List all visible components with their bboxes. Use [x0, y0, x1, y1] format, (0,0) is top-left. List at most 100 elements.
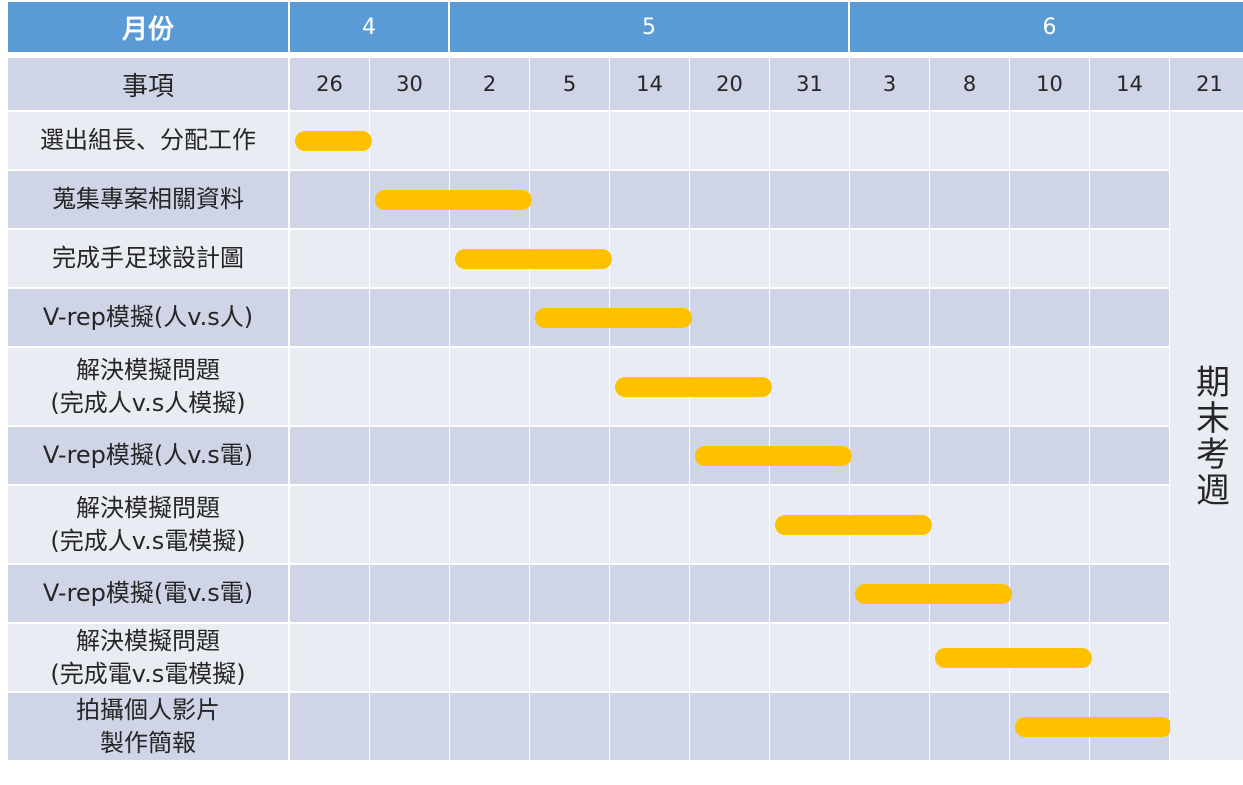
task-bar [695, 445, 852, 466]
grid-cell [1010, 486, 1089, 563]
task-bar [615, 376, 772, 397]
grid-cell [1090, 565, 1169, 622]
grid-cell [530, 693, 609, 760]
task-label: 完成手足球設計圖 [8, 230, 288, 287]
grid-cell [450, 624, 529, 691]
grid-cell [370, 289, 449, 346]
grid-cell [850, 348, 929, 425]
grid-cell [850, 171, 929, 228]
grid-cell [930, 289, 1009, 346]
month-header-4: 4 [290, 2, 448, 52]
date-header-3: 5 [530, 58, 609, 110]
date-header-4: 14 [610, 58, 689, 110]
grid-cell [850, 289, 929, 346]
grid-cell [690, 565, 769, 622]
grid-cell [530, 171, 609, 228]
grid-cell [610, 565, 689, 622]
grid-cell [690, 693, 769, 760]
task-bar [375, 189, 532, 210]
task-label: 解決模擬問題 (完成人v.s人模擬) [8, 348, 288, 425]
task-bar [535, 307, 692, 328]
grid-cell [530, 348, 609, 425]
grid-cell [290, 486, 369, 563]
date-header-10: 14 [1090, 58, 1169, 110]
grid-cell [290, 171, 369, 228]
task-bar [295, 130, 372, 151]
task-bar [935, 647, 1092, 668]
grid-cell [930, 693, 1009, 760]
grid-cell [530, 486, 609, 563]
grid-cell [930, 348, 1009, 425]
task-label: 蒐集專案相關資料 [8, 171, 288, 228]
grid-cell [690, 171, 769, 228]
grid-cell [1010, 289, 1089, 346]
grid-cell [610, 693, 689, 760]
grid-cell [1010, 230, 1089, 287]
grid-cell [1010, 348, 1089, 425]
task-bar [855, 583, 1012, 604]
grid-cell [850, 112, 929, 169]
month-header-label: 月份 [8, 2, 288, 52]
grid-cell [610, 112, 689, 169]
task-label: 選出組長、分配工作 [8, 112, 288, 169]
grid-cell [610, 427, 689, 484]
grid-cell [370, 693, 449, 760]
task-label: 拍攝個人影片 製作簡報 [8, 693, 288, 760]
grid-cell [930, 427, 1009, 484]
grid-cell [770, 230, 849, 287]
grid-cell [1090, 348, 1169, 425]
grid-cell [610, 624, 689, 691]
grid-cell [530, 112, 609, 169]
grid-cell [1090, 112, 1169, 169]
grid-cell [930, 230, 1009, 287]
grid-cell [850, 693, 929, 760]
grid-cell [1090, 171, 1169, 228]
grid-cell [770, 171, 849, 228]
grid-cell [1090, 624, 1169, 691]
grid-cell [370, 427, 449, 484]
grid-cell [370, 230, 449, 287]
grid-cell [290, 565, 369, 622]
grid-cell [370, 348, 449, 425]
grid-cell [1090, 230, 1169, 287]
grid-cell [850, 230, 929, 287]
grid-cell [930, 486, 1009, 563]
grid-cell [1010, 112, 1089, 169]
grid-cell [290, 693, 369, 760]
grid-cell [450, 112, 529, 169]
grid-cell [1010, 427, 1089, 484]
month-header-5: 5 [450, 2, 848, 52]
final-exam-week: 期末考週 [1170, 112, 1243, 760]
task-label: V-rep模擬(人v.s人) [8, 289, 288, 346]
grid-cell [770, 289, 849, 346]
grid-cell [290, 624, 369, 691]
grid-cell [450, 289, 529, 346]
grid-cell [690, 112, 769, 169]
grid-cell [770, 624, 849, 691]
task-label: V-rep模擬(人v.s電) [8, 427, 288, 484]
grid-cell [770, 348, 849, 425]
grid-cell [1010, 565, 1089, 622]
task-bar [455, 248, 612, 269]
grid-cell [370, 624, 449, 691]
grid-cell [690, 230, 769, 287]
gantt-chart: 月份 4 5 6 事項 26 30 2 5 14 20 31 3 8 10 14 21 選出組長、分配工作 蒐集專案… [8, 2, 1243, 767]
task-bar [775, 514, 932, 535]
grid-cell [770, 565, 849, 622]
date-header-9: 10 [1010, 58, 1089, 110]
grid-cell [770, 112, 849, 169]
grid-cell [930, 171, 1009, 228]
grid-cell [530, 624, 609, 691]
date-header-0: 26 [290, 58, 369, 110]
grid-cell [1090, 289, 1169, 346]
grid-cell [290, 289, 369, 346]
date-header-6: 31 [770, 58, 849, 110]
grid-cell [450, 348, 529, 425]
grid-cell [610, 486, 689, 563]
grid-cell [450, 693, 529, 760]
grid-cell [290, 348, 369, 425]
date-header-11: 21 [1170, 58, 1243, 110]
grid-cell [690, 486, 769, 563]
grid-cell [530, 427, 609, 484]
grid-cell [290, 230, 369, 287]
